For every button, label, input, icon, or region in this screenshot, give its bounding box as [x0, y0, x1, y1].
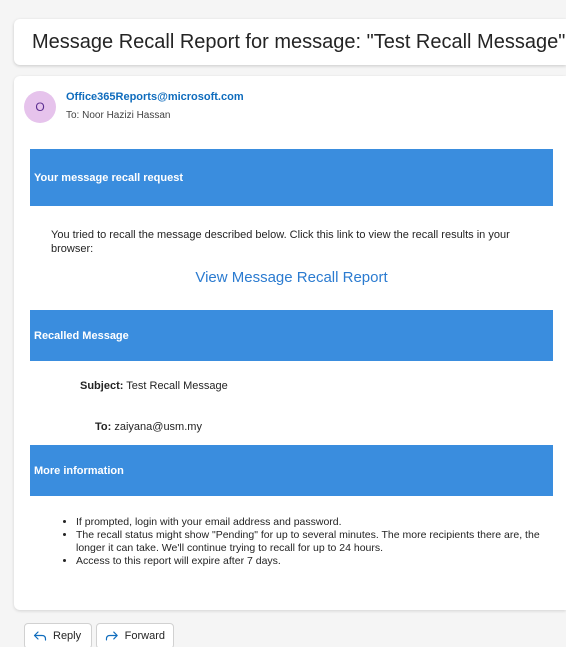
sender-email[interactable]: Office365Reports@microsoft.com	[66, 90, 244, 105]
message-card: O Office365Reports@microsoft.com To: Noo…	[14, 76, 566, 610]
subject-title: Message Recall Report for message: "Test…	[32, 30, 566, 53]
view-recall-report-link[interactable]: View Message Recall Report	[30, 269, 553, 286]
recipient-line: To: Noor Hazizi Hassan	[66, 110, 171, 121]
section-header-more-information: More information	[30, 445, 553, 496]
sender-info: Office365Reports@microsoft.com To: Noor …	[66, 90, 244, 123]
to-label: To:	[95, 421, 112, 433]
reply-arrow-icon	[33, 631, 47, 641]
reply-button[interactable]: Reply	[24, 623, 92, 647]
subject-header: Message Recall Report for message: "Test…	[14, 19, 566, 65]
subject-value: Test Recall Message	[126, 380, 228, 392]
info-list: If prompted, login with your email addre…	[30, 516, 553, 568]
section-title: Recalled Message	[34, 329, 129, 342]
sender-row[interactable]: O Office365Reports@microsoft.com To: Noo…	[24, 90, 244, 123]
section-header-recall-request: Your message recall request	[30, 149, 553, 206]
recalled-to-row: To: zaiyana@usm.my	[95, 421, 202, 433]
to-value: zaiyana@usm.my	[114, 421, 202, 433]
reply-label: Reply	[53, 630, 82, 642]
forward-button[interactable]: Forward	[96, 623, 174, 647]
reading-pane: Message Recall Report for message: "Test…	[0, 0, 566, 647]
forward-label: Forward	[124, 630, 165, 642]
section-title: Your message recall request	[34, 171, 183, 184]
subject-label: Subject:	[80, 380, 124, 392]
intro-text: You tried to recall the message describe…	[51, 229, 510, 255]
section-header-recalled-message: Recalled Message	[30, 310, 553, 361]
email-body: Your message recall request You tried to…	[30, 149, 553, 599]
section-title: More information	[34, 464, 124, 477]
recalled-subject-row: Subject: Test Recall Message	[80, 380, 228, 392]
list-item: If prompted, login with your email addre…	[76, 516, 553, 529]
sender-avatar[interactable]: O	[24, 91, 56, 123]
list-item: Access to this report will expire after …	[76, 555, 553, 568]
list-item: The recall status might show "Pending" f…	[76, 529, 553, 555]
forward-arrow-icon	[105, 631, 118, 641]
